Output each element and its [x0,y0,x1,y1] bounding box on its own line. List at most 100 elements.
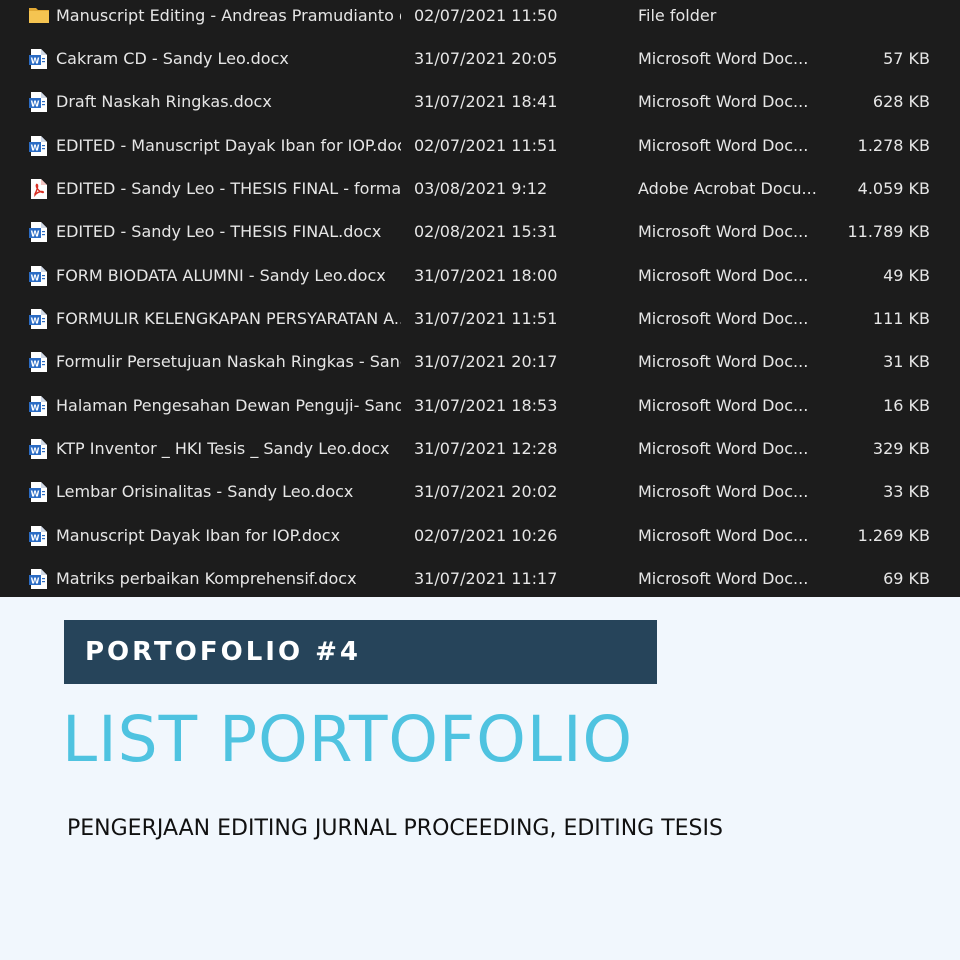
svg-text:W: W [31,490,40,499]
svg-text:W: W [31,317,40,326]
file-date-modified: 02/07/2021 10:26 [414,526,558,545]
file-size: 49 KB [883,266,930,285]
file-row[interactable]: W Matriks perbaikan Komprehensif.docx 31/0… [0,557,960,597]
file-name: EDITED - Sandy Leo - THESIS FINAL.docx [56,222,382,241]
file-name: Halaman Pengesahan Dewan Penguji- Sandy.… [56,396,401,415]
page-title: LIST PORTOFOLIO [62,703,634,776]
file-date-modified: 02/08/2021 15:31 [414,222,558,241]
word-doc-icon: W [29,396,49,416]
portfolio-banner: PORTOFOLIO #4 [64,620,657,684]
file-type: Microsoft Word Doc... [638,526,809,545]
file-date-modified: 31/07/2021 18:00 [414,266,558,285]
svg-text:W: W [31,534,40,543]
file-row[interactable]: Manuscript Editing - Andreas Pramudianto… [0,0,960,37]
file-date-modified: 31/07/2021 18:41 [414,92,558,111]
banner-label: PORTOFOLIO #4 [85,637,361,667]
svg-text:W: W [31,57,40,66]
file-size: 628 KB [872,92,930,111]
word-doc-icon: W [29,526,49,546]
file-date-modified: 31/07/2021 12:28 [414,439,558,458]
file-date-modified: 31/07/2021 20:05 [414,49,558,68]
file-row[interactable]: W Halaman Pengesahan Dewan Penguji- Sandy… [0,384,960,427]
file-row[interactable]: W FORMULIR KELENGKAPAN PERSYARATAN A... 31… [0,297,960,340]
file-name: Matriks perbaikan Komprehensif.docx [56,569,357,588]
file-date-modified: 31/07/2021 20:17 [414,352,558,371]
file-row[interactable]: W EDITED - Manuscript Dayak Iban for IOP.… [0,124,960,167]
file-name: Manuscript Editing - Andreas Pramudianto… [56,6,401,25]
word-doc-icon: W [29,482,49,502]
file-size: 111 KB [872,309,930,328]
file-type: Microsoft Word Doc... [638,439,809,458]
svg-text:W: W [31,274,40,283]
file-size: 1.278 KB [857,136,930,155]
file-type: Microsoft Word Doc... [638,396,809,415]
svg-text:W: W [31,404,40,413]
file-size: 57 KB [883,49,930,68]
file-size: 329 KB [872,439,930,458]
file-row[interactable]: W FORM BIODATA ALUMNI - Sandy Leo.docx 31/… [0,254,960,297]
file-type: File folder [638,6,717,25]
svg-text:W: W [31,577,40,586]
file-name: Cakram CD - Sandy Leo.docx [56,49,289,68]
word-doc-icon: W [29,352,49,372]
word-doc-icon: W [29,136,49,156]
word-doc-icon: W [29,49,49,69]
word-doc-icon: W [29,222,49,242]
file-name: KTP Inventor _ HKI Tesis _ Sandy Leo.doc… [56,439,390,458]
file-name: FORMULIR KELENGKAPAN PERSYARATAN A... [56,309,401,328]
page-subtitle: PENGERJAAN EDITING JURNAL PROCEEDING, ED… [67,816,723,841]
svg-text:W: W [31,360,40,369]
file-type: Microsoft Word Doc... [638,309,809,328]
file-row[interactable]: W Draft Naskah Ringkas.docx 31/07/2021 18:… [0,80,960,123]
file-name: Draft Naskah Ringkas.docx [56,92,272,111]
file-type: Microsoft Word Doc... [638,92,809,111]
file-row[interactable]: W Cakram CD - Sandy Leo.docx 31/07/2021 20… [0,37,960,80]
word-doc-icon: W [29,92,49,112]
file-name: Formulir Persetujuan Naskah Ringkas - Sa… [56,352,401,371]
file-date-modified: 02/07/2021 11:50 [414,6,558,25]
file-type: Microsoft Word Doc... [638,136,809,155]
word-doc-icon: W [29,266,49,286]
file-size: 1.269 KB [857,526,930,545]
file-row[interactable]: W Formulir Persetujuan Naskah Ringkas - S… [0,340,960,383]
file-type: Microsoft Word Doc... [638,352,809,371]
file-size: 4.059 KB [857,179,930,198]
file-row[interactable]: EDITED - Sandy Leo - THESIS FINAL - form… [0,167,960,210]
file-name: Manuscript Dayak Iban for IOP.docx [56,526,341,545]
file-row[interactable]: W EDITED - Sandy Leo - THESIS FINAL.docx 0… [0,210,960,253]
file-size: 69 KB [883,569,930,588]
file-type: Microsoft Word Doc... [638,569,809,588]
file-row[interactable]: W Lembar Orisinalitas - Sandy Leo.docx 31/… [0,470,960,513]
file-size: 16 KB [883,396,930,415]
folder-icon [29,6,49,26]
file-type: Microsoft Word Doc... [638,222,809,241]
file-type: Microsoft Word Doc... [638,482,809,501]
file-type: Adobe Acrobat Docu... [638,179,817,198]
file-date-modified: 31/07/2021 20:02 [414,482,558,501]
file-date-modified: 31/07/2021 11:17 [414,569,558,588]
file-row[interactable]: W KTP Inventor _ HKI Tesis _ Sandy Leo.do… [0,427,960,470]
file-date-modified: 02/07/2021 11:51 [414,136,558,155]
file-name: EDITED - Sandy Leo - THESIS FINAL - form… [56,179,401,198]
file-date-modified: 03/08/2021 9:12 [414,179,548,198]
file-size: 33 KB [883,482,930,501]
file-date-modified: 31/07/2021 11:51 [414,309,558,328]
file-size: 31 KB [883,352,930,371]
file-name: EDITED - Manuscript Dayak Iban for IOP.d… [56,136,401,155]
file-row[interactable]: W Manuscript Dayak Iban for IOP.docx 02/07… [0,514,960,557]
file-date-modified: 31/07/2021 18:53 [414,396,558,415]
word-doc-icon: W [29,569,49,589]
file-size: 11.789 KB [847,222,930,241]
svg-text:W: W [31,447,40,456]
svg-text:W: W [31,100,40,109]
file-type: Microsoft Word Doc... [638,49,809,68]
svg-text:W: W [31,144,40,153]
word-doc-icon: W [29,439,49,459]
file-explorer-list: Manuscript Editing - Andreas Pramudianto… [0,0,960,597]
svg-text:W: W [31,230,40,239]
file-name: Lembar Orisinalitas - Sandy Leo.docx [56,482,354,501]
pdf-icon [29,179,49,199]
file-type: Microsoft Word Doc... [638,266,809,285]
file-name: FORM BIODATA ALUMNI - Sandy Leo.docx [56,266,386,285]
word-doc-icon: W [29,309,49,329]
